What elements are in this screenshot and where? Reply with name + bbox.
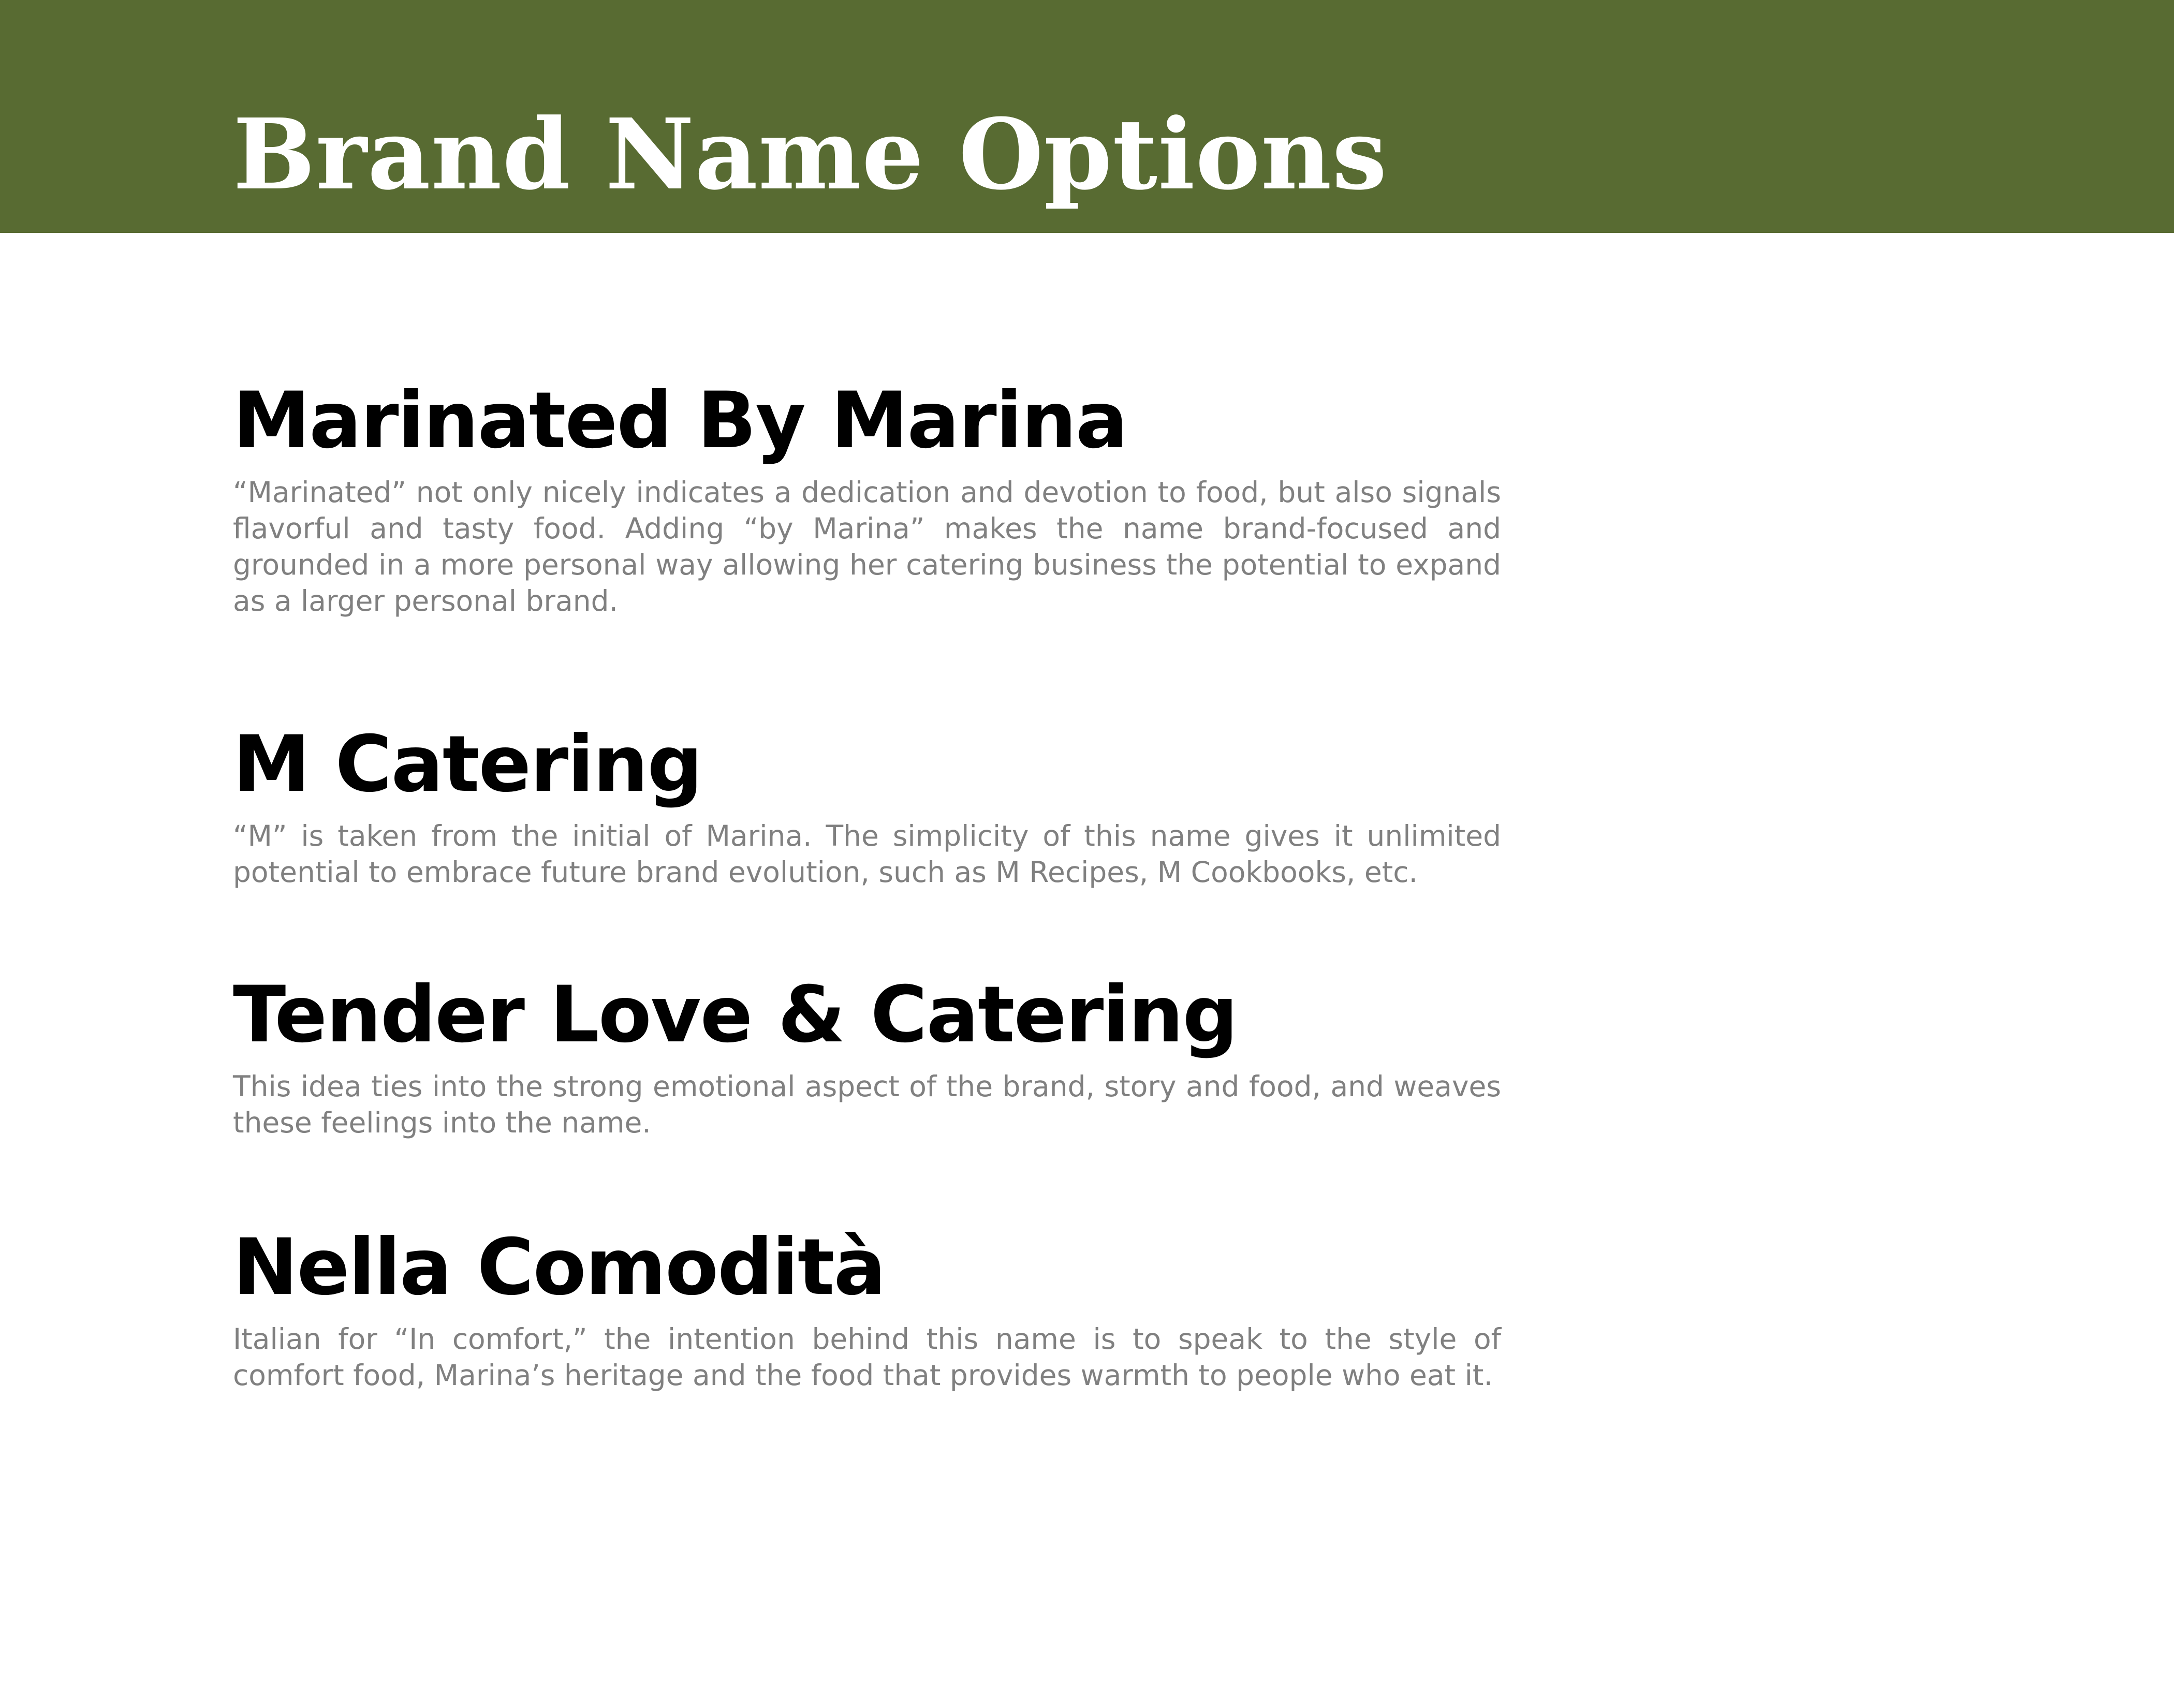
brand-option-name: Tender Love & Catering: [233, 970, 1238, 1060]
brand-option-description: “M” is taken from the initial of Marina.…: [233, 819, 1501, 889]
brand-option-name: M Catering: [233, 719, 703, 809]
brand-option: M Catering “M” is taken from the initial…: [233, 726, 1501, 890]
page-title: Brand Name Options: [233, 97, 1388, 212]
brand-option-description: Italian for “In comfort,” the intention …: [233, 1322, 1501, 1392]
header-bar: Brand Name Options: [0, 0, 2174, 233]
brand-option: Tender Love & Catering This idea ties in…: [233, 976, 1501, 1141]
brand-option-description: “Marinated” not only nicely indicates a …: [233, 476, 1501, 617]
brand-option-name: Marinated By Marina: [233, 376, 1128, 466]
brand-option: Nella Comodità Italian for “In comfort,”…: [233, 1229, 1501, 1393]
brand-option-description: This idea ties into the strong emotional…: [233, 1070, 1501, 1139]
brand-option: Marinated By Marina “Marinated” not only…: [233, 382, 1501, 619]
brand-option-name: Nella Comodità: [233, 1223, 886, 1313]
